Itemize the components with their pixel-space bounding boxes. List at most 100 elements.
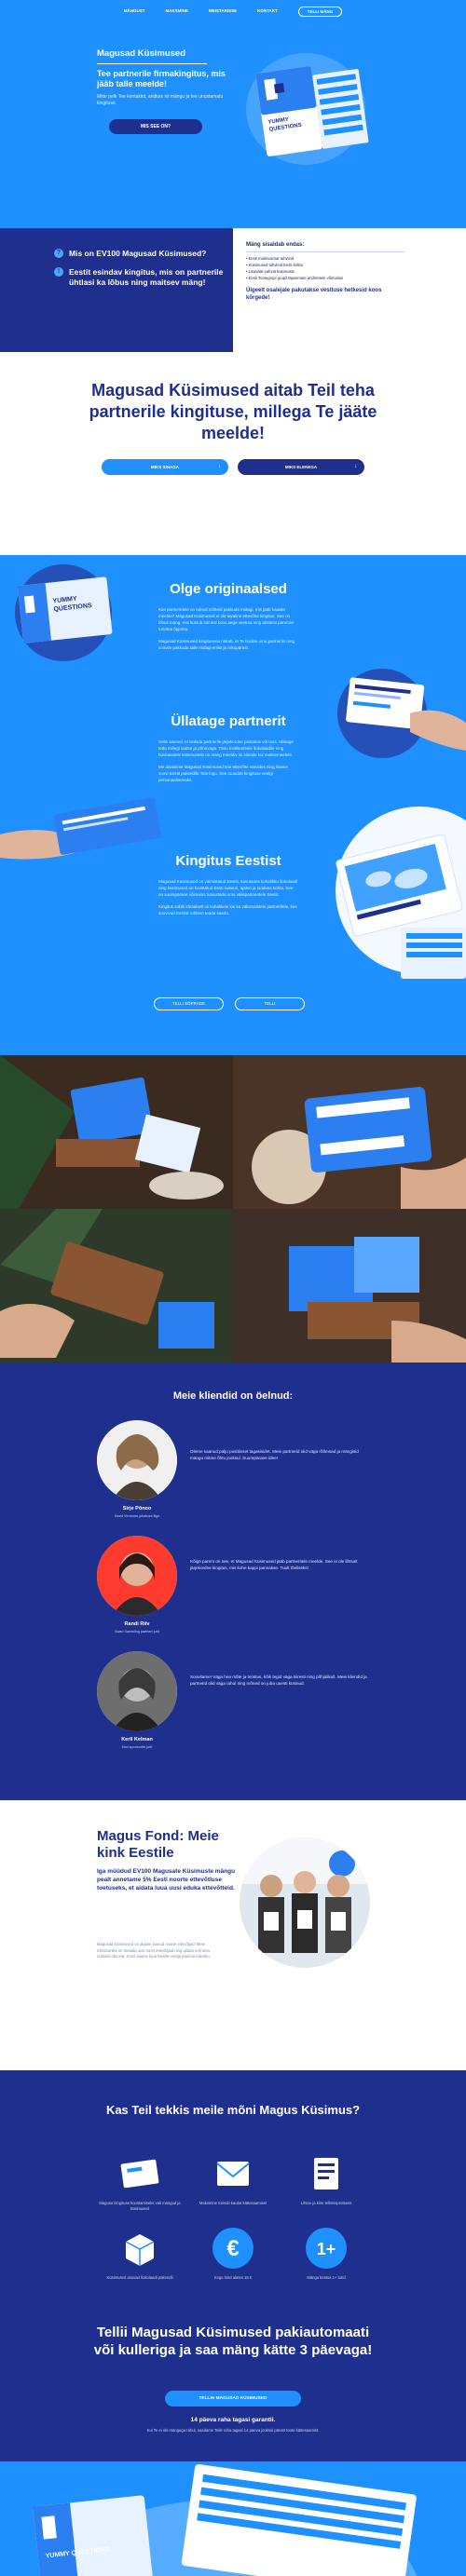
testimonial-name: Sirje Põnoo: [122, 1506, 152, 1512]
feature-cell: Lihtne ja kiire tellimisprotsess: [280, 2152, 373, 2227]
photo-boxes-stack: [233, 1209, 466, 1363]
feature-original-text-2: Magusad Küsimused kingitusena näitab, et…: [158, 639, 295, 650]
plus-symbol: 1+: [317, 2240, 336, 2258]
hero-section: MÄNGUST MAKSMINE MEISTARISSE KONTAKT TEL…: [0, 0, 466, 228]
feature-estonia-text-1: Magusad Küsimused on valmistatud Eestis,…: [158, 879, 298, 897]
plus-icon: 1+: [306, 2228, 347, 2269]
arrow-down-icon: ↓: [218, 464, 221, 469]
features-section: YUMMY QUESTIONS Olge originaalsed Kas pa…: [0, 555, 466, 1055]
feature-cell: 1+ Mängu kestus 1+ tund: [280, 2227, 373, 2301]
testimonials-section: Meie kliendid on öelnud: Sirje Põnoo Swe…: [0, 1363, 466, 1800]
question-1-text: Mis on EV100 Magusad Küsimused?: [69, 249, 207, 258]
order-button[interactable]: TELLI: [235, 997, 305, 1010]
testimonial-quote: Kõige parem on see, et Magusad Küsimused…: [190, 1559, 358, 1570]
photo-chocolate-table: [0, 1055, 233, 1209]
feature-surprise-text-1: Selle asemel, et kinkida partnerile järj…: [158, 739, 294, 757]
testimonial-quote: Soovitame! Väga hea mõte ja teostus, kõi…: [190, 1674, 367, 1686]
feature-original-title: Olge originaalsed: [170, 581, 287, 597]
order-icon: [314, 2158, 338, 2190]
feature-surprise: Üllatage partnerit Selle asemel, et kink…: [158, 713, 298, 789]
hero-text: Magusad Küsimused Tee partnerile firmaki…: [97, 48, 227, 134]
testimonial-role: Swed Ventures juhatuse liige: [114, 1514, 160, 1518]
euro-icon: €: [212, 2228, 254, 2269]
contents-heading: Mäng sisaldab endas:: [246, 242, 305, 248]
order-products-button[interactable]: TELLIN MAGUSAD KÜSIMUSED: [165, 2391, 301, 2407]
guarantee-title: 14 päeva raha tagasi garantii.: [190, 2417, 276, 2423]
nav-item-about[interactable]: MÄNGUST: [124, 8, 145, 17]
euro-symbol: €: [226, 2236, 239, 2261]
fund-body: Magusad Küsimused on alguse loonud noort…: [97, 1942, 211, 1959]
intro-questions: ? Mis on EV100 Magusad Küsimused? ! Eest…: [0, 228, 233, 352]
testimonial-role: Kiwi sponsorite juht: [121, 1745, 153, 1749]
feature-cell-label: Magusa kingituse koostamiseks vali mängu…: [99, 2201, 181, 2211]
order-friends-button[interactable]: TELLI SÕPRADE: [154, 997, 224, 1010]
list-item: Eesti Tootegrupi grupil täpsemate andmet…: [246, 275, 466, 281]
feature-cell: Magusa kingituse koostamiseks vali mängu…: [93, 2152, 186, 2227]
avatar: [97, 1536, 177, 1616]
avatar: [97, 1420, 177, 1500]
features-grid: Magusa kingituse koostamiseks vali mängu…: [93, 2152, 373, 2301]
feature-surprise-text-2: Me disainime Magusad Küsimused teie ette…: [158, 765, 288, 782]
mail-icon: [216, 2162, 250, 2186]
feature-cell-label: Mängu kestus 1+ tund: [307, 2275, 346, 2280]
nav-order-button[interactable]: TELLI MÄNG: [297, 7, 343, 17]
bottom-product-section: YUMMY QUESTIONS: [0, 2461, 466, 2576]
avatar: [97, 1651, 177, 1731]
testimonial-name: Randi Riiv: [124, 1621, 150, 1627]
question-1: ? Mis on EV100 Magusad Küsimused?: [54, 249, 233, 259]
guarantee-text: Kui Te ei ole mänguga rahul, saadame Tei…: [146, 2428, 320, 2433]
fund-lead: Iga müüdud EV100 Magusate Küsimuste mäng…: [97, 1868, 236, 1891]
feature-estonia-text-2: Kingitus sobib ideaalselt nii kohalikele…: [158, 904, 297, 915]
answer-1-text: Eestit esindav kingitus, mis on partneri…: [69, 267, 224, 287]
photo-hand-card: [233, 1055, 466, 1209]
feature-cell: Küsimused asuvad šokolaadi pakendil: [93, 2227, 186, 2301]
feature-original-text-1: Kas partneridele on tulnud mõtteid pakku…: [158, 607, 295, 631]
feature-buttons: TELLI SÕPRADE TELLI: [154, 997, 305, 1010]
product-boxes-image: YUMMY QUESTIONS: [33, 2464, 418, 2576]
box-icon: [125, 2234, 155, 2266]
order-section: Kas Teil tekkis meile mõni Magus Küsimus…: [0, 2070, 466, 2461]
feature-cell-label: Kogu hind alates 15 €: [213, 2275, 253, 2280]
fund-section: Magus Fond: Meie kink Eestile Iga müüdud…: [0, 1800, 466, 2070]
list-item: Eesti maitsvaimat tahvleid: [246, 255, 466, 262]
exclamation-icon: !: [54, 267, 63, 277]
what-is-it-button[interactable]: MIS SEE ON?: [109, 119, 202, 134]
contents-list: Eesti maitsvaimat tahvleid Küsimused tah…: [246, 255, 466, 281]
list-item: Lisaväär vahvat küsimuste: [246, 268, 466, 275]
contents-divider: [246, 251, 404, 252]
feature-estonia-title: Kingitus Eestist: [175, 853, 281, 869]
order-cta-text: Tellii Magusad Küsimused pakiautomaati v…: [93, 2325, 373, 2358]
why-elen-button[interactable]: MIKS ELENEGA ↓: [238, 459, 364, 475]
why-us-button[interactable]: MIKS SINAGA ↓: [102, 459, 228, 475]
photo-chocolate-hand: [0, 1209, 233, 1363]
list-item: Küsimused tahvleid Eesti kohta: [246, 262, 466, 268]
feature-cell-label: Maksmine toimub kauba kättesaamisel: [199, 2201, 267, 2205]
value-section: Magusad Küsimused aitab Teil teha partne…: [0, 352, 466, 555]
nav-item-payment[interactable]: MAKSMINE: [165, 8, 188, 17]
intro-section: ? Mis on EV100 Magusad Küsimused? ! Eest…: [0, 228, 466, 352]
why-elen-label: MIKS ELENEGA: [284, 465, 318, 469]
hero-divider: [97, 63, 207, 64]
testimonials-title: Meie kliendid on öelnud:: [172, 1390, 294, 1402]
photo-gallery: [0, 1055, 466, 1363]
feature-cell: Maksmine toimub kauba kättesaamisel: [186, 2152, 280, 2227]
order-title: Kas Teil tekkis meile mõni Magus Küsimus…: [105, 2103, 361, 2117]
product-box-image: YUMMY QUESTIONS: [246, 53, 369, 165]
hero-subtitle: Tee partnerile firmakingitus, mis jääb t…: [97, 69, 226, 88]
chocolate-icon: [120, 2159, 159, 2189]
answer-1: ! Eestit esindav kingitus, mis on partne…: [54, 267, 233, 288]
feature-surprise-title: Üllatage partnerit: [171, 713, 286, 729]
page: MÄNGUST MAKSMINE MEISTARISSE KONTAKT TEL…: [0, 0, 466, 2576]
nav-item-contact[interactable]: KONTAKT: [257, 8, 278, 17]
nav-item-team[interactable]: MEISTARISSE: [209, 8, 237, 17]
testimonial-role: Swed Gambling partneri juht: [115, 1630, 159, 1634]
feature-cell-label: Küsimused asuvad šokolaadi pakendil: [106, 2275, 173, 2280]
feature-cell: € Kogu hind alates 15 €: [186, 2227, 280, 2301]
contents-footer: Ülgeelt osalejale pakutakse vestluse het…: [246, 288, 382, 301]
feature-estonia: Kingitus Eestist Magusad Küsimused on va…: [158, 853, 298, 922]
question-icon: ?: [54, 249, 63, 258]
top-nav: MÄNGUST MAKSMINE MEISTARISSE KONTAKT TEL…: [0, 0, 466, 17]
testimonial-name: Kerli Kelman: [121, 1737, 153, 1742]
contents-panel: Mäng sisaldab endas: Eesti maitsvaimat t…: [233, 228, 466, 352]
value-buttons: MIKS SINAGA ↓ MIKS ELENEGA ↓: [0, 459, 466, 475]
